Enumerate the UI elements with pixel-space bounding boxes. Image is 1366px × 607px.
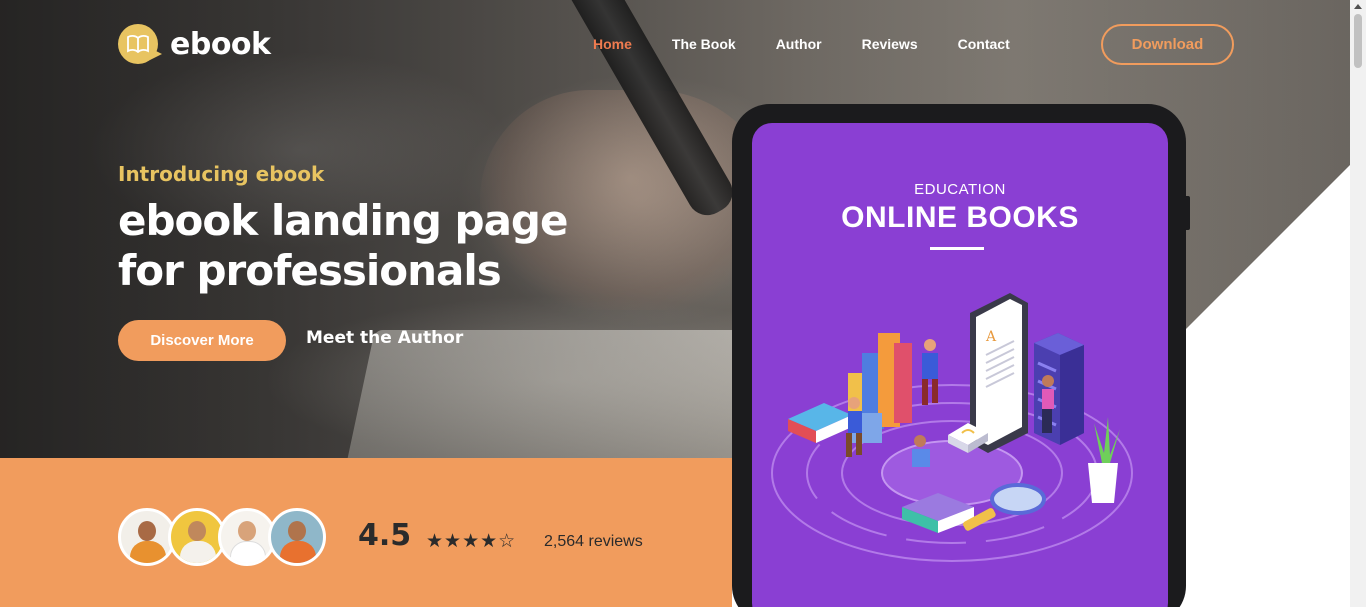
screen-divider	[930, 247, 984, 250]
avatar	[268, 508, 326, 566]
brand-name: ebook	[170, 26, 271, 62]
nav-author[interactable]: Author	[776, 36, 822, 52]
download-button[interactable]: Download	[1101, 24, 1234, 65]
hero-headline: ebook landing page for professionals	[118, 196, 718, 296]
brand-logo[interactable]: ebook	[118, 24, 271, 64]
nav-contact[interactable]: Contact	[958, 36, 1010, 52]
scroll-up-arrow-icon[interactable]	[1354, 4, 1362, 9]
scrollbar-thumb[interactable]	[1354, 14, 1362, 68]
reviews-count: 2,564 reviews	[544, 533, 643, 550]
screen-kicker: EDUCATION	[914, 181, 1006, 198]
tablet-side-button	[1184, 196, 1190, 230]
page-scrollbar[interactable]	[1350, 0, 1366, 607]
open-book-icon	[118, 24, 162, 64]
headline-line-2: for professionals	[118, 246, 502, 295]
svg-text:A: A	[985, 329, 997, 345]
online-books-illustration: A	[771, 293, 1133, 562]
meet-the-author-link[interactable]: Meet the Author	[306, 328, 463, 348]
nav-the-book[interactable]: The Book	[672, 36, 736, 52]
tablet-screen: EDUCATION ONLINE BOOKS A	[752, 123, 1168, 607]
main-nav: Home The Book Author Reviews Contact	[593, 36, 1010, 52]
rating-value: 4.5	[358, 518, 412, 553]
reviewer-avatars	[118, 508, 326, 566]
discover-more-button[interactable]: Discover More	[118, 320, 286, 361]
hero-eyebrow: Introducing ebook	[118, 162, 325, 186]
star-rating-icon: ★★★★☆	[426, 530, 517, 552]
nav-home[interactable]: Home	[593, 36, 632, 52]
headline-line-1: ebook landing page	[118, 196, 568, 245]
nav-reviews[interactable]: Reviews	[862, 36, 918, 52]
screen-title: ONLINE BOOKS	[841, 201, 1079, 234]
